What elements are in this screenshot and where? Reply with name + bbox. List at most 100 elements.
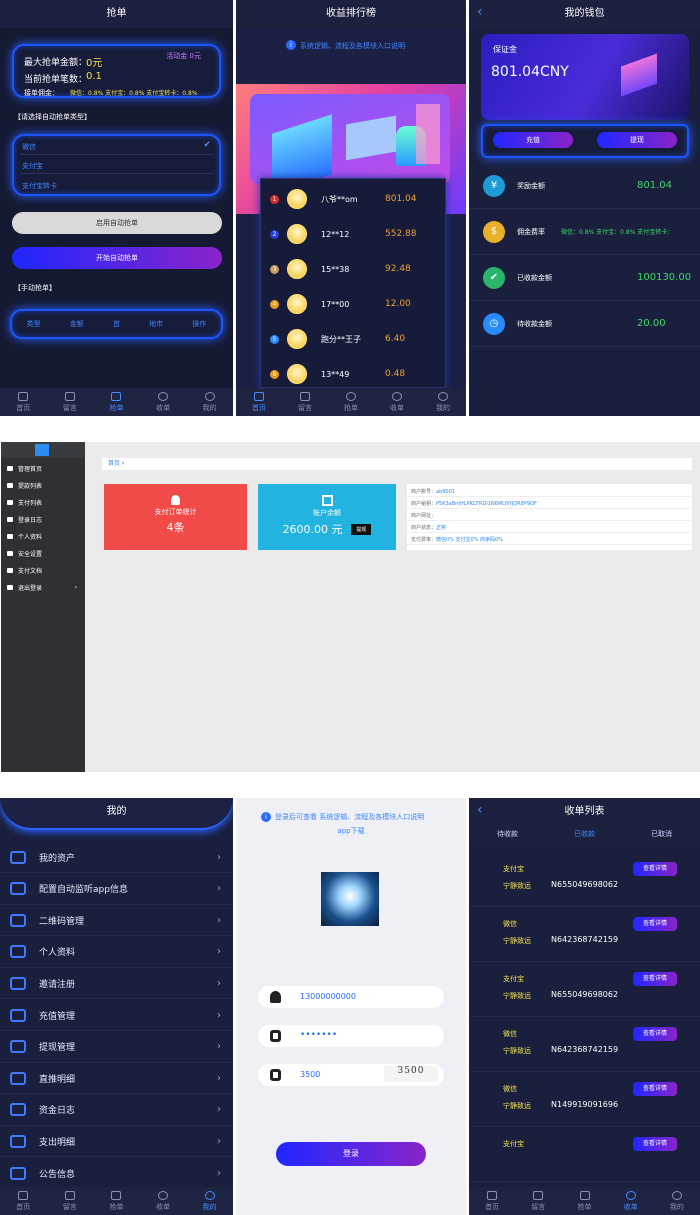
info-line: 商户状态：正常 [407, 523, 692, 533]
tab-mine[interactable]: 我的 [420, 388, 466, 416]
menu-item[interactable]: 我的资产 › [0, 842, 233, 873]
order-name: 宁静致远 [503, 882, 531, 890]
type-option-wechat[interactable]: 微信 [22, 142, 36, 152]
home-icon [18, 391, 29, 401]
tab-cancelled[interactable]: 已取消 [623, 826, 700, 842]
sidebar-item[interactable]: 管理首页 [1, 460, 85, 477]
back-icon[interactable]: ‹ [477, 4, 483, 20]
menu-item[interactable]: 公告信息 › [0, 1158, 233, 1189]
tab-home[interactable]: 首页 [0, 388, 47, 416]
avatar [287, 364, 307, 384]
enable-auto-button[interactable]: 启用自动抢单 [12, 212, 222, 234]
order-channel: 支付宝 [503, 865, 524, 873]
tab-message[interactable]: 留言 [47, 1187, 94, 1215]
menu-icon [10, 882, 26, 896]
tab-collect[interactable]: 收单 [140, 388, 187, 416]
chevron-right-icon: › [217, 1009, 221, 1021]
sidebar-item[interactable]: 提款列表 [1, 477, 85, 494]
wallet-item-value: 20.00 [637, 318, 666, 329]
divider [20, 173, 213, 174]
tab-grab[interactable]: 抢单 [328, 388, 374, 416]
sidebar-item[interactable]: 支付列表 [1, 494, 85, 511]
info-icon: i [261, 812, 271, 822]
login-button[interactable]: 登录 [276, 1142, 426, 1166]
phone-input[interactable]: 13000000000 [258, 986, 444, 1008]
menu-item[interactable]: 邀请注册 › [0, 968, 233, 1000]
start-auto-button[interactable]: 开始自动抢单 [12, 247, 222, 269]
card-value: 4条 [166, 521, 185, 534]
app-download-link[interactable]: app下载 [236, 826, 466, 836]
tab-collect[interactable]: 收单 [608, 1187, 654, 1215]
tab-received[interactable]: 已收款 [546, 826, 623, 842]
menu-item[interactable]: 资金日志 › [0, 1095, 233, 1126]
sidebar-icon [7, 585, 13, 590]
withdraw-button[interactable]: 提现 [351, 524, 372, 535]
profile-screen: 我的 我的资产 › 配置自动监听app信息 › 二维码管理 › 个人资料 › 邀请注册 › 充值管理… [0, 798, 233, 1215]
view-detail-button[interactable]: 查看详情 [633, 1027, 677, 1041]
password-input[interactable]: ••••••• [258, 1025, 444, 1047]
tab-pending[interactable]: 待收款 [469, 826, 546, 842]
breadcrumb-home[interactable]: 首页 [108, 460, 120, 467]
menu-item[interactable]: 提现管理 › [0, 1032, 233, 1063]
tab-message[interactable]: 留言 [515, 1187, 561, 1215]
menu-item[interactable]: 二维码管理 › [0, 905, 233, 937]
grab-icon [346, 391, 356, 401]
order-channel: 微信 [503, 1030, 517, 1038]
view-detail-button[interactable]: 查看详情 [633, 1137, 677, 1151]
menu-item-label: 我的资产 [39, 853, 76, 864]
count-label: 当前抢单笔数： [24, 75, 88, 85]
tab-mine[interactable]: 我的 [186, 388, 233, 416]
tab-collect[interactable]: 收单 [374, 388, 420, 416]
menu-item[interactable]: 配置自动监听app信息 › [0, 874, 233, 905]
tab-label: 我的 [436, 403, 450, 412]
sidebar-item[interactable]: 安全设置 [1, 545, 85, 562]
tab-home[interactable]: 首页 [0, 1187, 47, 1215]
avatar [287, 224, 307, 244]
sidebar-item-label: 提款列表 [18, 483, 43, 490]
info-line: 商户秘钥：P5K3aBmHLPKCFRDI1N6MLNYJQR8P9OF [407, 499, 692, 509]
tab-home[interactable]: 首页 [236, 388, 282, 416]
menu-item[interactable]: 支出明细 › [0, 1126, 233, 1158]
menu-item[interactable]: 直推明细 › [0, 1063, 233, 1095]
tab-mine[interactable]: 我的 [186, 1187, 233, 1215]
tab-grab[interactable]: 抢单 [93, 1187, 140, 1215]
view-detail-button[interactable]: 查看详情 [633, 972, 677, 986]
menu-icon[interactable] [35, 444, 49, 456]
page-title: 我的钱包 [469, 0, 700, 28]
sidebar-item[interactable]: 退出登录 › [1, 579, 85, 596]
tab-message[interactable]: 留言 [282, 388, 328, 416]
menu-item[interactable]: 个人资料 › [0, 937, 233, 968]
notice-link[interactable]: 系统逻辑、流程及各模块入口说明 [300, 41, 405, 51]
rank-number: 2 [270, 229, 279, 239]
tab-message[interactable]: 留言 [47, 388, 94, 416]
mail-icon [111, 391, 122, 401]
doc-icon [321, 495, 333, 506]
tab-grab[interactable]: 抢单 [93, 388, 140, 416]
captcha-image[interactable]: 3500 [384, 1066, 438, 1082]
order-name: 宁静致远 [503, 1047, 531, 1055]
captcha-input[interactable]: 3500 3500 [258, 1064, 444, 1086]
tab-home[interactable]: 首页 [469, 1187, 515, 1215]
menu-item[interactable]: 充值管理 › [0, 1000, 233, 1031]
type-option-alipay[interactable]: 支付宝 [22, 161, 43, 171]
tab-grab[interactable]: 抢单 [561, 1187, 607, 1215]
chevron-right-icon: › [217, 851, 221, 863]
type-option-alipay-card[interactable]: 支付宝转卡 [22, 181, 57, 191]
commission-label: 接单佣金： [24, 89, 59, 97]
order-number: N642368742159 [551, 935, 619, 944]
sidebar-item[interactable]: 个人资料 [1, 528, 85, 545]
sidebar-item[interactable]: 支付文档 [1, 562, 85, 579]
withdraw-button[interactable]: 提现 [597, 132, 677, 148]
back-icon[interactable]: ‹ [477, 802, 483, 818]
recharge-button[interactable]: 充值 [493, 132, 573, 148]
sidebar-item[interactable]: 登录日志 [1, 511, 85, 528]
order-number: N655049698062 [551, 880, 619, 889]
view-detail-button[interactable]: 查看详情 [633, 1082, 677, 1096]
notice-link[interactable]: 登录后可查看 系统逻辑、流程及各模块入口说明 [275, 812, 455, 822]
tab-mine[interactable]: 我的 [654, 1187, 700, 1215]
view-detail-button[interactable]: 查看详情 [633, 862, 677, 876]
balance-card: 账户余额 2600.00 元 提现 [258, 484, 396, 550]
gear-icon [158, 391, 169, 401]
tab-collect[interactable]: 收单 [140, 1187, 187, 1215]
view-detail-button[interactable]: 查看详情 [633, 917, 677, 931]
